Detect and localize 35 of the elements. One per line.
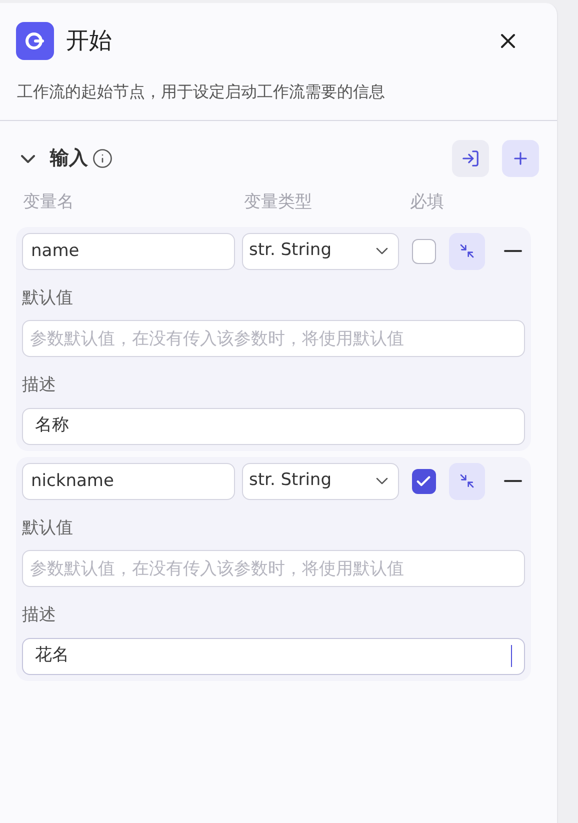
panel-description: 工作流的起始节点，用于设定启动工作流需要的信息 bbox=[16, 81, 386, 103]
column-header: 必填 bbox=[410, 191, 444, 214]
section-title: 输入 bbox=[50, 146, 88, 172]
description-value: 名称 bbox=[35, 414, 69, 438]
import-button[interactable] bbox=[452, 140, 489, 177]
variable-name-field[interactable]: nickname bbox=[22, 462, 235, 500]
field-label: 默认值 bbox=[22, 286, 74, 310]
chevron-icon bbox=[21, 154, 35, 162]
variable-name-field[interactable]: name bbox=[22, 232, 235, 270]
collapse-button[interactable] bbox=[448, 462, 485, 500]
description-field[interactable]: 名称 bbox=[22, 408, 525, 444]
collapse-icon bbox=[458, 473, 475, 489]
required-checkbox[interactable] bbox=[412, 468, 436, 494]
collapse-icon bbox=[458, 243, 475, 259]
collapse-button[interactable] bbox=[448, 232, 485, 270]
field-label: 默认值 bbox=[22, 516, 74, 540]
start-node-icon bbox=[16, 22, 54, 60]
description-field[interactable]: 花名 bbox=[22, 638, 525, 674]
import-icon bbox=[461, 149, 480, 168]
default-value-field[interactable]: 参数默认值，在没有传入该参数时，将使用默认值 bbox=[22, 320, 525, 357]
variable-type-select[interactable]: str. String bbox=[242, 232, 399, 270]
add-button[interactable] bbox=[502, 140, 539, 177]
text-cursor bbox=[510, 645, 512, 667]
field-label: 描述 bbox=[22, 374, 57, 397]
minus-icon bbox=[504, 250, 522, 252]
variable-type-select[interactable]: str. String bbox=[242, 462, 399, 500]
panel-title: 开始 bbox=[66, 26, 112, 56]
description-value: 花名 bbox=[35, 644, 69, 668]
column-header: 变量类型 bbox=[244, 191, 313, 214]
info-icon bbox=[92, 148, 113, 169]
minus-icon bbox=[504, 480, 522, 482]
default-value-field[interactable]: 参数默认值，在没有传入该参数时，将使用默认值 bbox=[22, 550, 525, 587]
field-label: 描述 bbox=[22, 604, 57, 627]
column-header: 变量名 bbox=[23, 191, 75, 214]
required-checkbox[interactable] bbox=[412, 238, 436, 264]
